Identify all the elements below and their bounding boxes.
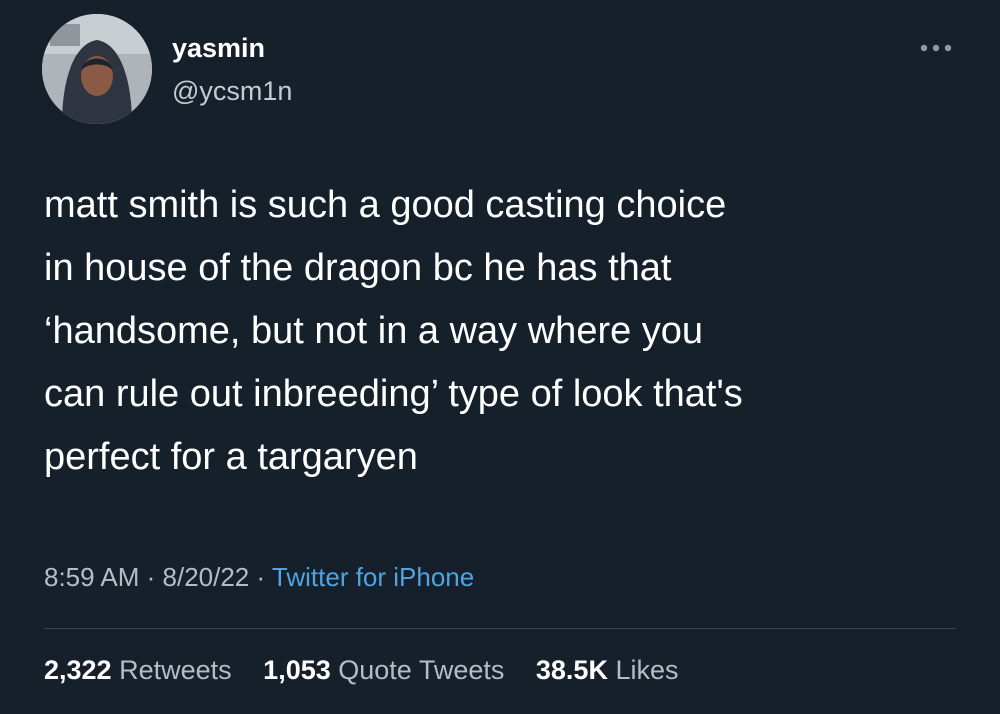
likes-stat[interactable]: 38.5K Likes	[536, 655, 679, 685]
avatar[interactable]	[42, 14, 152, 124]
likes-count: 38.5K	[535, 655, 608, 685]
divider	[44, 628, 956, 629]
tweet-date[interactable]: 8/20/22	[163, 562, 250, 592]
retweets-stat[interactable]: 2,322 Retweets	[44, 655, 232, 685]
tweet-source-link[interactable]: Twitter for iPhone	[272, 562, 474, 592]
tweet-text: matt smith is such a good casting choice…	[44, 184, 743, 478]
tweet-meta: 8:59 AM · 8/20/22 · Twitter for iPhone	[44, 562, 474, 593]
quote-tweets-stat[interactable]: 1,053 Quote Tweets	[263, 655, 504, 685]
more-horizontal-icon	[920, 44, 952, 52]
retweets-label: Retweets	[119, 655, 232, 685]
user-handle[interactable]: @ycsm1n	[172, 76, 292, 107]
meta-separator: ·	[249, 562, 272, 592]
likes-label: Likes	[615, 655, 679, 685]
more-options-button[interactable]	[912, 36, 960, 60]
retweets-count: 2,322	[44, 655, 112, 685]
tweet-card: yasmin @ycsm1n matt smith is such a good…	[0, 0, 1000, 714]
tweet-time[interactable]: 8:59 AM	[44, 562, 139, 592]
meta-separator: ·	[139, 562, 163, 592]
quote-tweets-label: Quote Tweets	[338, 655, 505, 685]
tweet-stats: 2,322 Retweets 1,053 Quote Tweets 38.5K …	[44, 655, 703, 686]
avatar-image	[42, 14, 152, 124]
display-name[interactable]: yasmin	[172, 33, 265, 64]
quote-tweets-count: 1,053	[263, 655, 331, 685]
